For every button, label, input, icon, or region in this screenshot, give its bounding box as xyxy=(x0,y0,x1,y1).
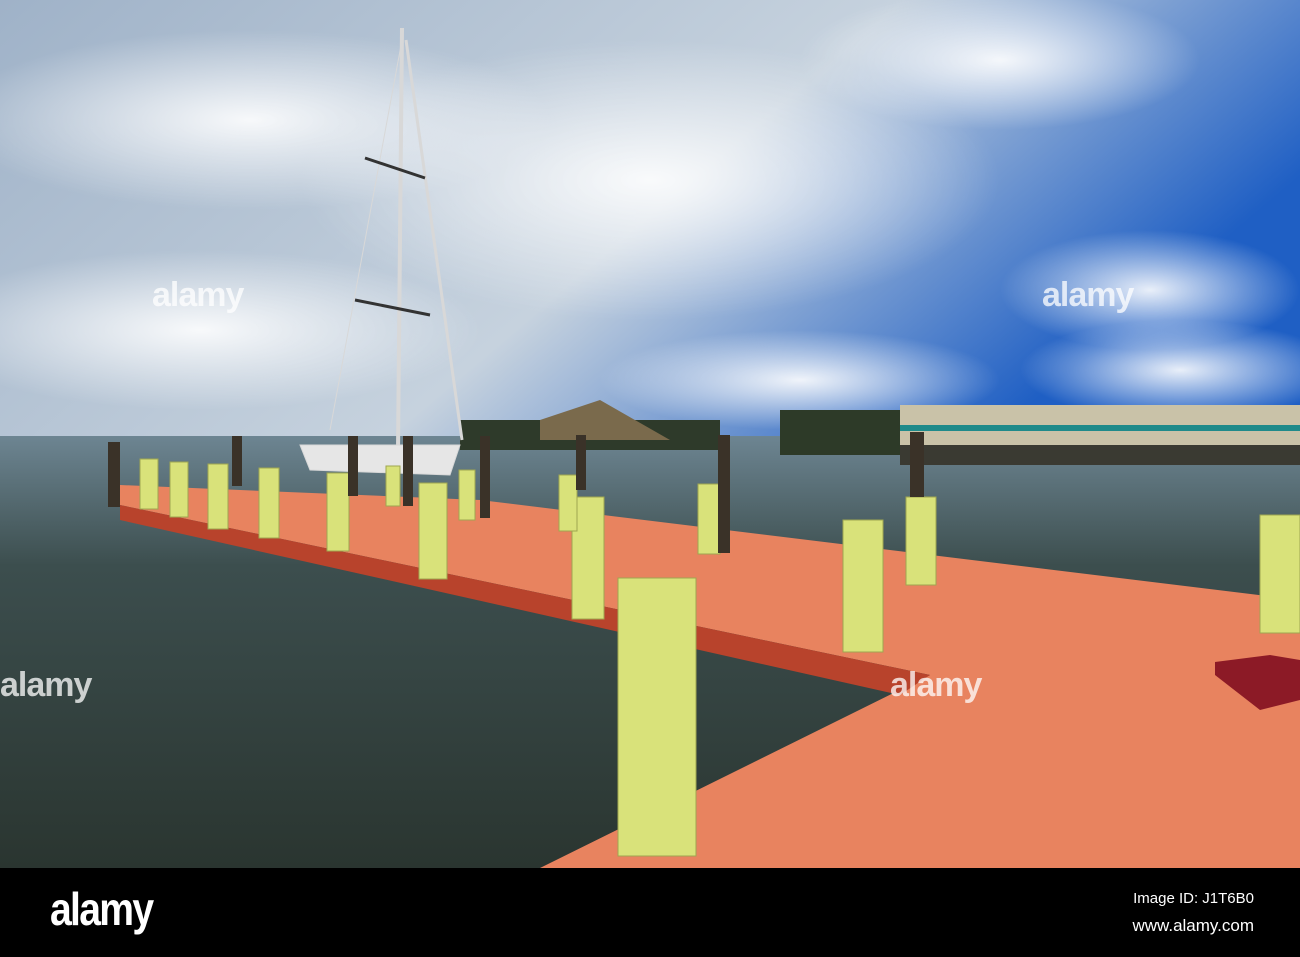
image-id: Image ID: J1T6B0 xyxy=(1133,890,1254,907)
watermark-text: alamy xyxy=(152,276,244,314)
watermark-text: alamy xyxy=(0,666,92,704)
marina-photo xyxy=(0,0,1300,868)
watermark-text: alamy xyxy=(1042,276,1134,314)
website-link[interactable]: www.alamy.com xyxy=(1132,916,1254,936)
photo-frame: alamy alamy alamy alamy alamy Image ID: … xyxy=(0,0,1300,957)
footer-bar: alamy Image ID: J1T6B0 www.alamy.com xyxy=(0,868,1300,957)
alamy-logo: alamy xyxy=(50,883,154,935)
watermark-text: alamy xyxy=(890,666,982,704)
